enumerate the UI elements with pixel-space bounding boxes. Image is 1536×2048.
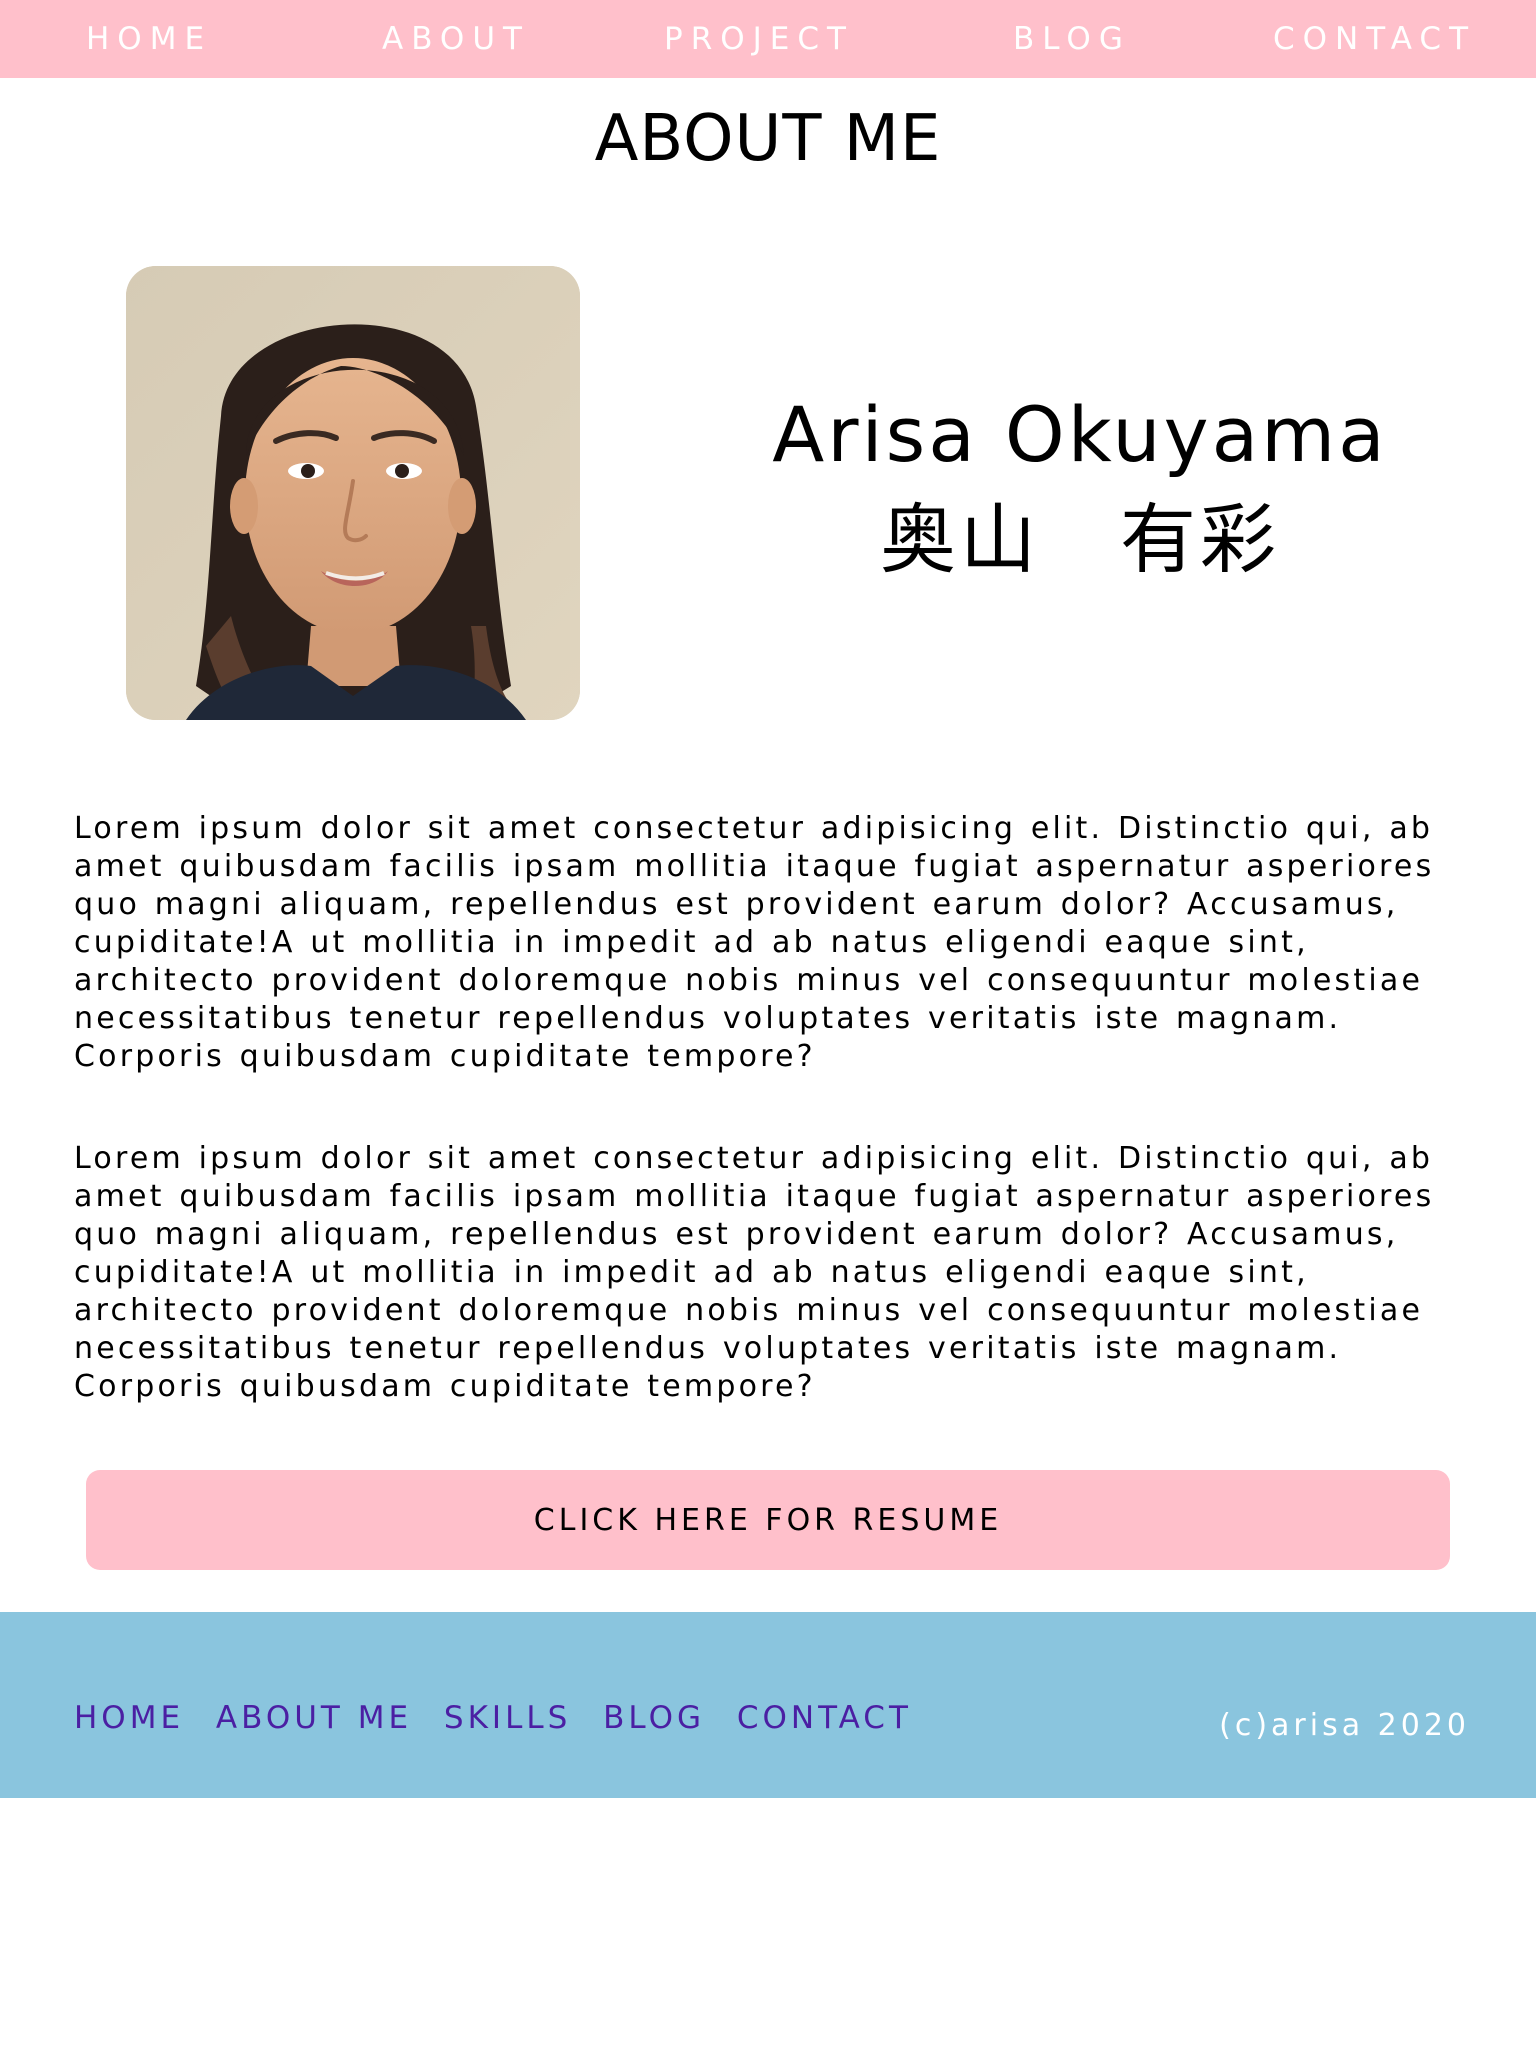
footer-link-blog[interactable]: BLOG: [603, 1700, 705, 1736]
bio-paragraph-1: Lorem ipsum dolor sit amet consectetur a…: [74, 811, 1435, 1074]
footer-link-skills[interactable]: SKILLS: [444, 1700, 571, 1736]
nav-link-home[interactable]: HOME: [86, 0, 212, 78]
resume-button[interactable]: CLICK HERE FOR RESUME: [86, 1470, 1450, 1570]
footer-navigation: HOME ABOUT ME SKILLS BLOG CONTACT: [74, 1700, 930, 1736]
name-english: Arisa Okuyama: [772, 390, 1388, 479]
footer-link-contact[interactable]: CONTACT: [737, 1700, 912, 1736]
nav-link-blog[interactable]: BLOG: [1013, 0, 1131, 78]
page-title: ABOUT ME: [594, 102, 942, 176]
footer: HOME ABOUT ME SKILLS BLOG CONTACT (c)ari…: [0, 1612, 1536, 1798]
footer-link-home[interactable]: HOME: [74, 1700, 184, 1736]
nav-link-about[interactable]: ABOUT: [382, 0, 530, 78]
profile-photo: [126, 266, 580, 720]
profile-name: Arisa Okuyama 奥山 有彩: [730, 380, 1430, 590]
top-navigation: HOME ABOUT PROJECT BLOG CONTACT: [0, 0, 1536, 78]
footer-link-about-me[interactable]: ABOUT ME: [216, 1700, 412, 1736]
bio-paragraph-2: Lorem ipsum dolor sit amet consectetur a…: [74, 1141, 1435, 1404]
nav-link-project[interactable]: PROJECT: [664, 0, 854, 78]
portrait-photo-icon: [126, 266, 580, 720]
name-japanese: 奥山 有彩: [880, 495, 1280, 584]
nav-link-contact[interactable]: CONTACT: [1273, 0, 1476, 78]
copyright-text: (c)arisa 2020: [1219, 1708, 1470, 1743]
